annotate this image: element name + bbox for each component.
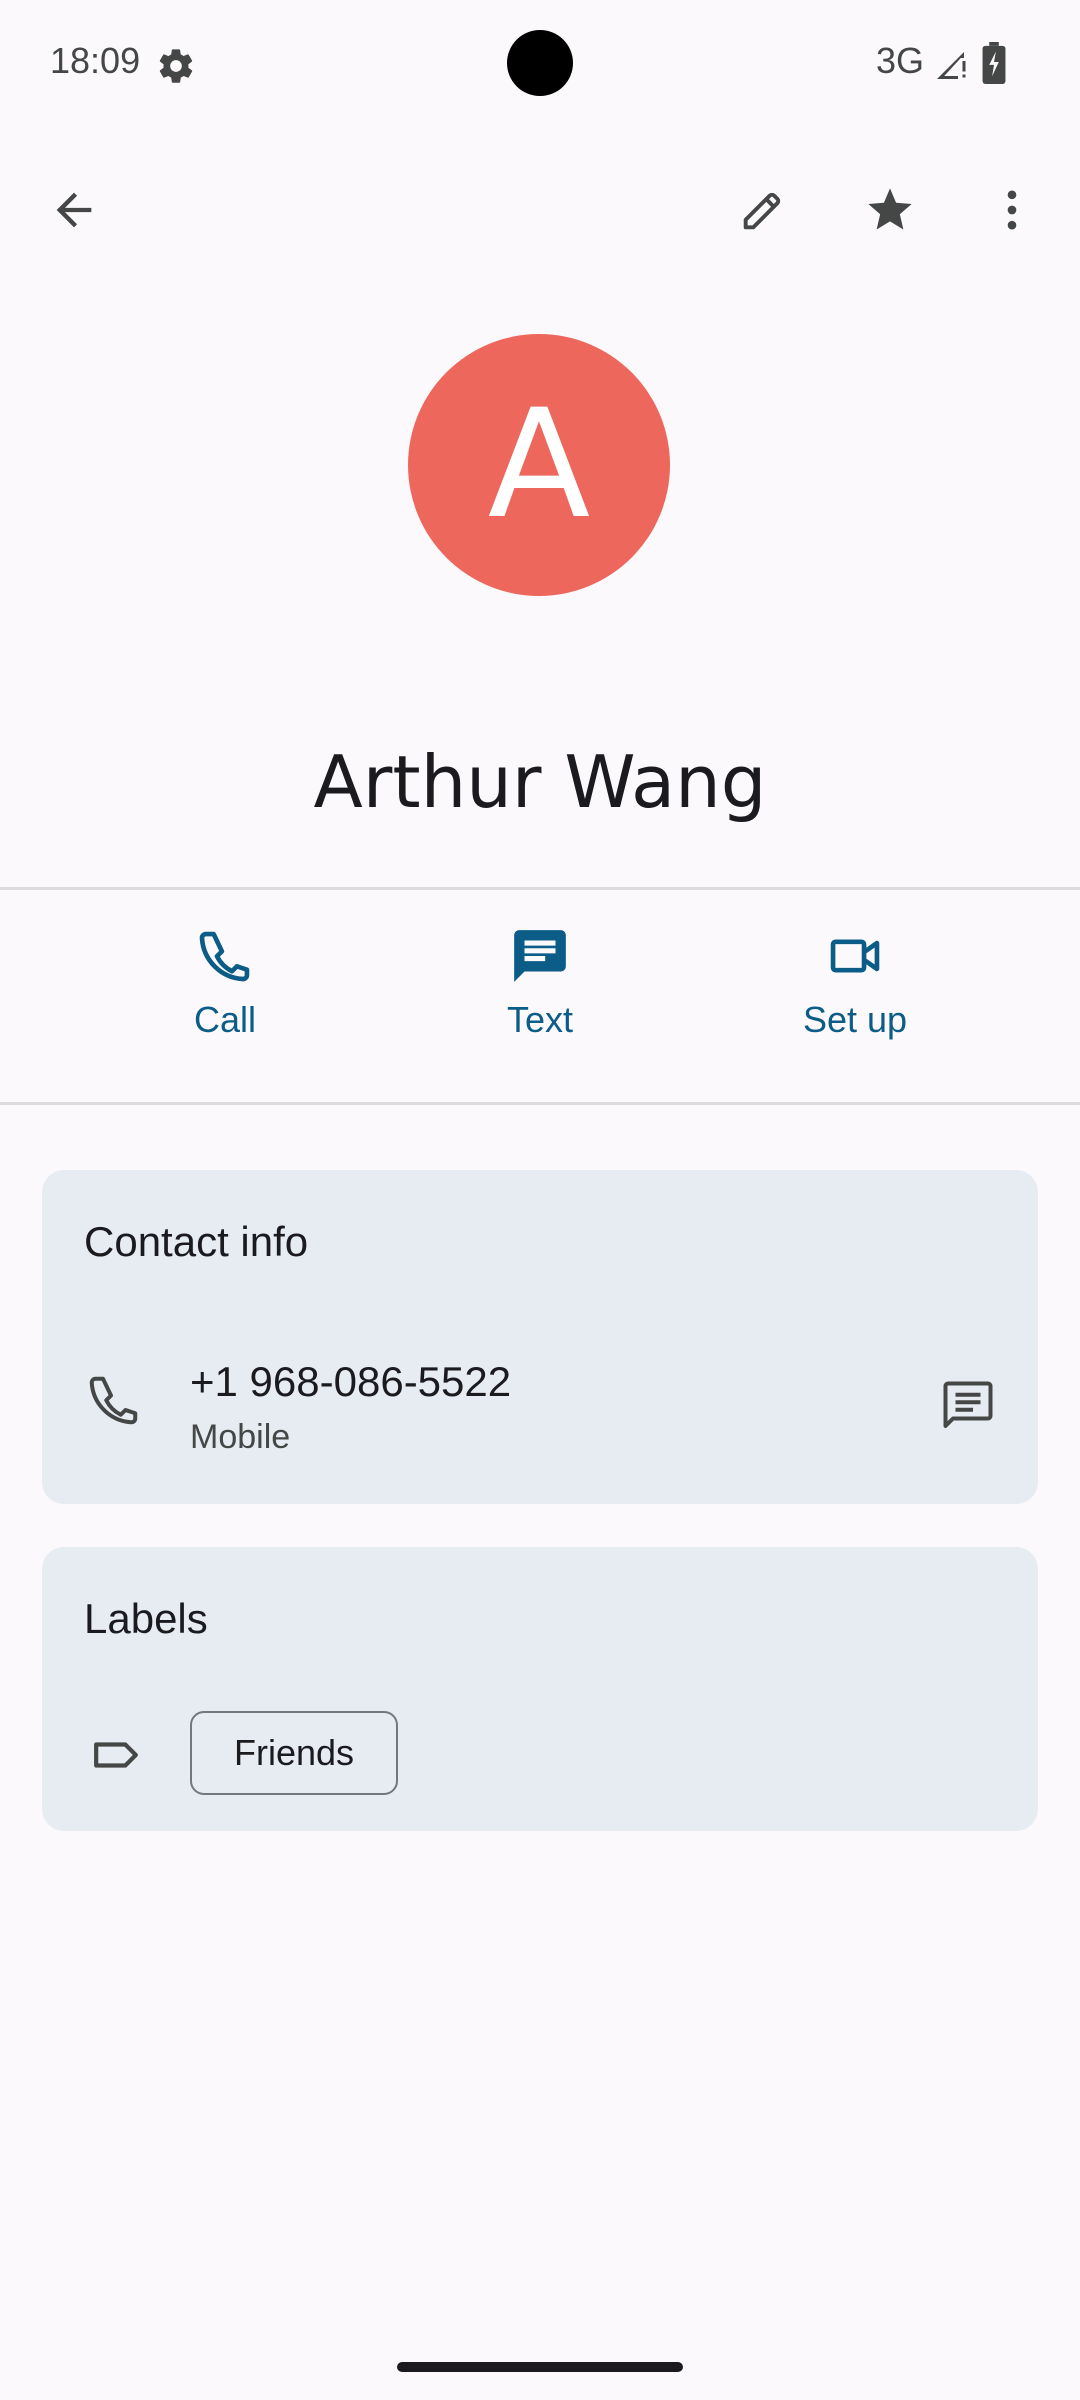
more-options-button[interactable] (972, 170, 1052, 250)
message-icon (514, 930, 566, 982)
contact-info-card: Contact info +1 968-086-5522 Mobile (42, 1170, 1038, 1504)
setup-label: Set up (802, 999, 908, 1040)
send-message-button[interactable] (930, 1368, 1006, 1444)
phone-icon (89, 1376, 138, 1425)
text-button[interactable]: Text (430, 925, 650, 1075)
favorite-button[interactable] (850, 170, 930, 250)
label-icon (94, 1742, 138, 1768)
camera-cutout (507, 30, 573, 96)
message-icon (943, 1381, 993, 1428)
status-bar: 18:09 3G (0, 0, 1080, 130)
signal-icon (934, 46, 970, 82)
edit-pencil-icon (743, 192, 781, 230)
phone-icon (199, 931, 250, 982)
label-chip-friends[interactable]: Friends (190, 1711, 398, 1795)
video-icon (830, 939, 880, 973)
network-type: 3G (876, 40, 925, 81)
divider (0, 1102, 1080, 1105)
back-arrow-icon (56, 192, 92, 228)
call-button[interactable]: Call (115, 925, 335, 1075)
home-indicator[interactable] (397, 2362, 683, 2372)
status-time: 18:09 (50, 40, 141, 81)
contact-name: Arthur Wang (313, 740, 767, 824)
labels-card: Labels Friends (42, 1547, 1038, 1831)
star-icon (868, 188, 912, 230)
text-label: Text (506, 999, 574, 1040)
settings-gear-icon (156, 46, 196, 86)
video-setup-button[interactable]: Set up (745, 925, 965, 1075)
phone-type: Mobile (190, 1418, 291, 1456)
avatar: A (408, 334, 670, 596)
call-label: Call (193, 999, 256, 1040)
phone-number: +1 968-086-5522 (190, 1358, 512, 1405)
avatar-letter: A (487, 378, 591, 552)
battery-charging-icon (982, 42, 1006, 84)
contact-info-title: Contact info (84, 1218, 309, 1265)
labels-title: Labels (84, 1595, 208, 1642)
more-vert-icon (1007, 190, 1017, 230)
divider (0, 887, 1080, 890)
edit-button[interactable] (723, 170, 803, 250)
back-button[interactable] (34, 170, 114, 250)
